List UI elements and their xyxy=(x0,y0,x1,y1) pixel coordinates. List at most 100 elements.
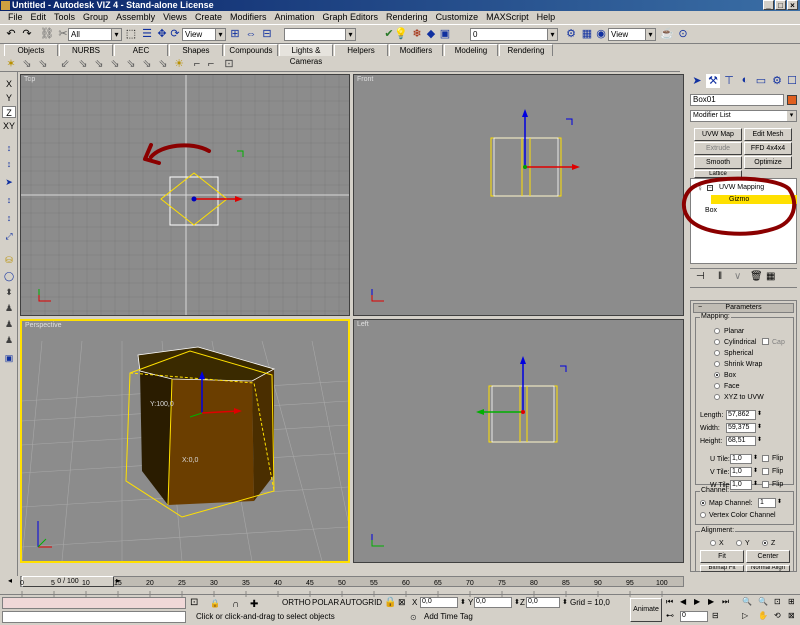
current-frame-input[interactable]: 0 xyxy=(680,611,708,622)
free-point-icon[interactable]: ⇘ xyxy=(108,57,122,71)
undo-icon[interactable]: ↶ xyxy=(4,27,18,41)
freeze-icon[interactable]: ❄ xyxy=(410,27,424,41)
select-by-name-icon[interactable]: ☰ xyxy=(140,27,154,41)
previous-frame-icon[interactable]: ◀ xyxy=(680,597,686,606)
target-spot-icon[interactable]: ⇘ xyxy=(20,57,34,71)
percent-snap-icon[interactable]: ↕ xyxy=(2,194,16,206)
tab-nurbs[interactable]: NURBS xyxy=(59,44,113,56)
radio-align-z[interactable] xyxy=(762,540,768,546)
radio-align-x[interactable] xyxy=(710,540,716,546)
field-of-view-icon[interactable]: ▷ xyxy=(742,611,748,620)
animate-button[interactable]: Animate xyxy=(630,598,662,622)
radio-align-y[interactable] xyxy=(736,540,742,546)
w-flip-checkbox[interactable] xyxy=(762,481,769,488)
select-arrow-icon[interactable]: ➤ xyxy=(2,176,16,188)
x-spinner-icon[interactable]: ⬍ xyxy=(460,598,466,606)
reference-coordinate-dropdown[interactable]: View xyxy=(182,28,226,41)
maxscript-listener[interactable] xyxy=(2,597,186,609)
environment-icon[interactable]: ⊙ xyxy=(676,27,690,41)
pan-icon[interactable]: ✋ xyxy=(758,611,768,620)
menu-graph-editors[interactable]: Graph Editors xyxy=(319,11,383,24)
zoom-extents-all-icon[interactable]: ⊞ xyxy=(788,597,795,606)
omni-light-icon[interactable]: ✶ xyxy=(4,57,18,71)
cap-checkbox[interactable] xyxy=(762,338,769,345)
minimize-button[interactable]: _ xyxy=(763,0,774,10)
fit-button[interactable]: Fit xyxy=(700,550,744,563)
free-linear-icon[interactable]: ⇘ xyxy=(140,57,154,71)
maximize-button[interactable]: □ xyxy=(775,0,786,10)
polar-toggle[interactable]: POLAR xyxy=(312,598,339,607)
extrude-button[interactable]: Extrude xyxy=(694,142,742,155)
sunlight-icon[interactable]: ☀ xyxy=(172,57,186,71)
viewport-perspective[interactable]: Perspective Y:100,0 X:0,0 xyxy=(20,319,350,563)
layer-manager-icon[interactable]: ◆ xyxy=(424,27,438,41)
align-icon[interactable]: ⊟ xyxy=(260,27,274,41)
ffd-button[interactable]: FFD 4x4x4 xyxy=(744,142,792,155)
free-camera-icon[interactable]: ⌐ xyxy=(204,57,218,71)
zoom-extents-icon[interactable]: ⊡ xyxy=(774,597,781,606)
menu-customize[interactable]: Customize xyxy=(432,11,483,24)
redo-icon[interactable]: ↷ xyxy=(20,27,34,41)
edit-mesh-button[interactable]: Edit Mesh xyxy=(744,128,792,141)
width-spinner-icon[interactable]: ⬍ xyxy=(757,423,762,432)
material-editor-icon[interactable]: ◉ xyxy=(594,27,608,41)
z-spinner-icon[interactable]: ⬍ xyxy=(562,598,568,606)
length-input[interactable]: 57,862 xyxy=(726,410,756,420)
go-to-start-icon[interactable]: ⏮ xyxy=(666,597,673,607)
magnet-icon[interactable]: ∩ xyxy=(232,599,239,610)
radio-box[interactable] xyxy=(714,372,720,378)
w-tile-input[interactable]: 1,0 xyxy=(730,480,752,490)
viewport-top[interactable]: Top xyxy=(20,74,350,316)
key-mode-icon[interactable]: ⊷ xyxy=(666,611,674,620)
hierarchy-tab-icon[interactable]: ⊤ xyxy=(722,74,736,88)
w-tile-spinner-icon[interactable]: ⬍ xyxy=(753,480,758,489)
uvw-map-button[interactable]: UVW Map xyxy=(694,128,742,141)
v-flip-checkbox[interactable] xyxy=(762,468,769,475)
named-selection-dropdown[interactable] xyxy=(284,28,356,41)
person-icon[interactable]: ♟ xyxy=(2,302,16,314)
radio-planar[interactable] xyxy=(714,328,720,334)
menu-group[interactable]: Group xyxy=(79,11,112,24)
y-spinner-icon[interactable]: ⬍ xyxy=(514,598,520,606)
menu-maxscript[interactable]: MAXScript xyxy=(482,11,533,24)
bitmap-fit-button[interactable]: Bitmap Fit xyxy=(700,565,744,572)
menu-file[interactable]: File xyxy=(4,11,27,24)
target-point-icon[interactable]: ⇘ xyxy=(92,57,106,71)
create-tab-icon[interactable]: ➤ xyxy=(690,74,704,88)
selection-filter-dropdown[interactable]: All xyxy=(68,28,122,41)
time-tag-icon[interactable]: ⊙ xyxy=(410,613,417,622)
normal-align-button[interactable]: Normal Align xyxy=(746,565,790,572)
next-frame-icon[interactable]: ▶ xyxy=(708,597,714,606)
render-scene-icon[interactable]: ▦ xyxy=(580,27,594,41)
radio-map-channel[interactable] xyxy=(700,500,706,506)
tab-compounds[interactable]: Compounds xyxy=(224,44,278,56)
object-name-field[interactable]: Box01 xyxy=(690,94,784,106)
move-icon[interactable]: ✥ xyxy=(155,27,169,41)
tab-helpers[interactable]: Helpers xyxy=(334,44,388,56)
radio-shrink-wrap[interactable] xyxy=(714,361,720,367)
menu-tools[interactable]: Tools xyxy=(50,11,79,24)
tab-rendering[interactable]: Rendering xyxy=(499,44,553,56)
radio-vertex-color[interactable] xyxy=(700,512,706,518)
utilities-tab-icon[interactable]: ⚙ xyxy=(770,74,784,88)
lock-icon[interactable]: 🔒 xyxy=(210,599,220,608)
schematic-icon[interactable]: ▣ xyxy=(2,352,16,364)
viewport-left[interactable]: Left xyxy=(353,319,684,563)
zoom-all-icon[interactable]: 🔍 xyxy=(758,597,768,606)
v-tile-spinner-icon[interactable]: ⬍ xyxy=(753,467,758,476)
walk-icon[interactable]: ⬍ xyxy=(2,286,16,298)
menu-edit[interactable]: Edit xyxy=(27,11,51,24)
axis-z-button[interactable]: Z xyxy=(2,106,16,118)
y-coordinate-input[interactable]: 0,0 xyxy=(474,597,512,608)
zoom-icon[interactable]: 🔍 xyxy=(742,597,752,606)
radio-xyz-to-uvw[interactable] xyxy=(714,394,720,400)
add-time-tag-button[interactable]: Add Time Tag xyxy=(424,612,473,621)
free-spot-icon[interactable]: ⇘ xyxy=(36,57,50,71)
u-flip-checkbox[interactable] xyxy=(762,455,769,462)
sphere-icon[interactable]: ◯ xyxy=(2,270,16,282)
layer-properties-icon[interactable]: ▣ xyxy=(438,27,452,41)
pin-stack-icon[interactable]: ⊣ xyxy=(696,271,705,282)
axis-xy-button[interactable]: XY xyxy=(2,120,16,132)
radio-face[interactable] xyxy=(714,383,720,389)
lock-selection-icon[interactable]: 🔒 xyxy=(384,597,396,608)
